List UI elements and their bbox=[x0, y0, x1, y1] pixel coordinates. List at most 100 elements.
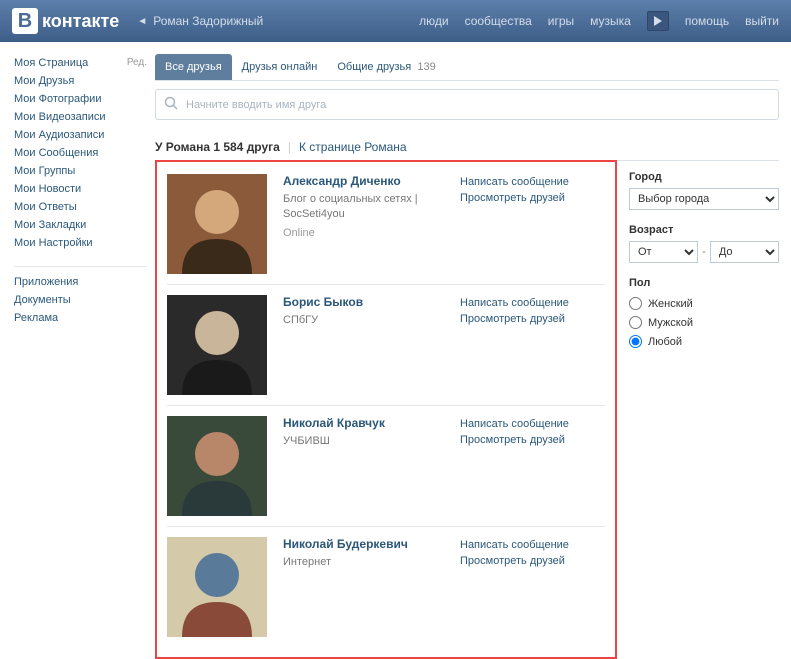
friend-actions: Написать сообщениеПросмотреть друзей bbox=[460, 295, 605, 395]
view-friends-link[interactable]: Просмотреть друзей bbox=[460, 432, 605, 448]
friend-row: Николай Кравчук УЧБИВШ Написать сообщениеП… bbox=[167, 405, 605, 526]
sidebar-item[interactable]: Моя СтраницаРед. bbox=[14, 54, 147, 72]
tabs: Все друзья Друзья онлайн Общие друзья 13… bbox=[155, 54, 779, 81]
gender-female-radio[interactable] bbox=[629, 297, 642, 310]
to-profile-link[interactable]: К странице Романа bbox=[299, 140, 407, 154]
write-message-link[interactable]: Написать сообщение bbox=[460, 174, 605, 190]
filter-age-label: Возраст bbox=[629, 224, 779, 236]
view-friends-link[interactable]: Просмотреть друзей bbox=[460, 553, 605, 569]
top-header: В контакте ◄ Роман Задорижный люди сообщ… bbox=[0, 0, 791, 42]
back-arrow-icon: ◄ bbox=[137, 16, 147, 27]
sidebar-separator bbox=[14, 266, 147, 267]
gender-any-radio[interactable] bbox=[629, 335, 642, 348]
filter-age-from-select[interactable]: От bbox=[629, 241, 698, 263]
summary-separator: | bbox=[288, 140, 291, 154]
friend-row: Борис Быков СПбГУ Написать сообщениеПросмо… bbox=[167, 284, 605, 405]
friend-actions: Написать сообщениеПросмотреть друзей bbox=[460, 174, 605, 274]
friend-actions: Написать сообщениеПросмотреть друзей bbox=[460, 416, 605, 516]
search-box bbox=[155, 89, 779, 120]
profile-name: Роман Задорижный bbox=[153, 14, 263, 28]
sidebar-edit-link[interactable]: Ред. bbox=[127, 57, 147, 68]
friend-info: Александр Диченко Блог о социальных сетях… bbox=[283, 174, 444, 274]
nav-logout[interactable]: выйти bbox=[745, 14, 779, 28]
sidebar-item[interactable]: Мои Настройки bbox=[14, 234, 147, 252]
gender-any-label: Любой bbox=[648, 336, 682, 348]
friend-subtitle: Блог о социальных сетях | SocSeti4you bbox=[283, 192, 444, 223]
friend-info: Николай Кравчук УЧБИВШ bbox=[283, 416, 444, 516]
sidebar-item[interactable]: Документы bbox=[14, 291, 147, 309]
friend-subtitle: УЧБИВШ bbox=[283, 434, 444, 449]
friend-avatar[interactable] bbox=[167, 295, 267, 395]
friend-name-link[interactable]: Александр Диченко bbox=[283, 174, 444, 188]
header-profile-link[interactable]: ◄ Роман Задорижный bbox=[137, 14, 263, 28]
age-dash: - bbox=[702, 246, 706, 258]
gender-any-row[interactable]: Любой bbox=[629, 332, 779, 351]
sidebar-item[interactable]: Мои Фотографии bbox=[14, 90, 147, 108]
friends-count-text: У Романа 1 584 друга bbox=[155, 140, 280, 154]
logo-text: контакте bbox=[42, 11, 119, 32]
filters-panel: Город Выбор города Возраст От - До Пол bbox=[629, 161, 779, 659]
sidebar-item[interactable]: Мои Ответы bbox=[14, 198, 147, 216]
friends-summary: У Романа 1 584 друга | К странице Романа bbox=[155, 134, 779, 161]
friend-avatar[interactable] bbox=[167, 416, 267, 516]
avatar-icon bbox=[167, 174, 267, 274]
tab-online-friends[interactable]: Друзья онлайн bbox=[232, 54, 328, 80]
sidebar-item[interactable]: Реклама bbox=[14, 309, 147, 327]
friends-list: Александр Диченко Блог о социальных сетях… bbox=[155, 160, 617, 659]
main-content: Все друзья Друзья онлайн Общие друзья 13… bbox=[155, 54, 791, 659]
friend-subtitle: Интернет bbox=[283, 555, 444, 570]
filter-age-to-select[interactable]: До bbox=[710, 241, 779, 263]
tab-all-friends[interactable]: Все друзья bbox=[155, 54, 232, 80]
avatar-icon bbox=[167, 537, 267, 637]
friend-avatar[interactable] bbox=[167, 537, 267, 637]
friend-row: Александр Диченко Блог о социальных сетях… bbox=[167, 174, 605, 284]
tab-mutual-friends[interactable]: Общие друзья 139 bbox=[327, 54, 445, 80]
friend-actions: Написать сообщениеПросмотреть друзей bbox=[460, 537, 605, 637]
friend-name-link[interactable]: Борис Быков bbox=[283, 295, 444, 309]
filter-city-label: Город bbox=[629, 171, 779, 183]
tab-mutual-count: 139 bbox=[417, 61, 435, 73]
nav-games[interactable]: игры bbox=[548, 14, 574, 28]
nav-people[interactable]: люди bbox=[419, 14, 448, 28]
gender-male-label: Мужской bbox=[648, 317, 693, 329]
gender-female-row[interactable]: Женский bbox=[629, 294, 779, 313]
filter-city-select[interactable]: Выбор города bbox=[629, 188, 779, 210]
nav-music[interactable]: музыка bbox=[590, 14, 631, 28]
left-sidebar: Моя СтраницаРед.Мои ДрузьяМои Фотографии… bbox=[0, 54, 155, 659]
write-message-link[interactable]: Написать сообщение bbox=[460, 295, 605, 311]
write-message-link[interactable]: Написать сообщение bbox=[460, 537, 605, 553]
friend-name-link[interactable]: Николай Будеркевич bbox=[283, 537, 444, 551]
sidebar-item[interactable]: Мои Закладки bbox=[14, 216, 147, 234]
gender-male-row[interactable]: Мужской bbox=[629, 313, 779, 332]
nav-help[interactable]: помощь bbox=[685, 14, 729, 28]
friend-subtitle: СПбГУ bbox=[283, 313, 444, 328]
sidebar-item[interactable]: Мои Друзья bbox=[14, 72, 147, 90]
write-message-link[interactable]: Написать сообщение bbox=[460, 416, 605, 432]
friend-row: Николай Будеркевич Интернет Написать сообщ… bbox=[167, 526, 605, 647]
friend-info: Николай Будеркевич Интернет bbox=[283, 537, 444, 637]
friend-avatar[interactable] bbox=[167, 174, 267, 274]
nav-communities[interactable]: сообщества bbox=[465, 14, 532, 28]
friend-online-status: Online bbox=[283, 227, 444, 239]
view-friends-link[interactable]: Просмотреть друзей bbox=[460, 311, 605, 327]
gender-male-radio[interactable] bbox=[629, 316, 642, 329]
sidebar-item[interactable]: Мои Сообщения bbox=[14, 144, 147, 162]
view-friends-link[interactable]: Просмотреть друзей bbox=[460, 190, 605, 206]
logo-icon: В bbox=[12, 8, 38, 34]
avatar-icon bbox=[167, 295, 267, 395]
tab-mutual-label: Общие друзья bbox=[337, 61, 411, 73]
logo[interactable]: В контакте bbox=[12, 8, 119, 34]
sidebar-item[interactable]: Мои Группы bbox=[14, 162, 147, 180]
sidebar-item[interactable]: Мои Видеозаписи bbox=[14, 108, 147, 126]
sidebar-item[interactable]: Мои Аудиозаписи bbox=[14, 126, 147, 144]
play-button[interactable] bbox=[647, 11, 669, 31]
gender-female-label: Женский bbox=[648, 298, 693, 310]
search-icon bbox=[164, 96, 178, 113]
search-input[interactable] bbox=[186, 99, 770, 111]
avatar-icon bbox=[167, 416, 267, 516]
play-icon bbox=[654, 16, 662, 26]
friend-info: Борис Быков СПбГУ bbox=[283, 295, 444, 395]
friend-name-link[interactable]: Николай Кравчук bbox=[283, 416, 444, 430]
sidebar-item[interactable]: Мои Новости bbox=[14, 180, 147, 198]
sidebar-item[interactable]: Приложения bbox=[14, 273, 147, 291]
